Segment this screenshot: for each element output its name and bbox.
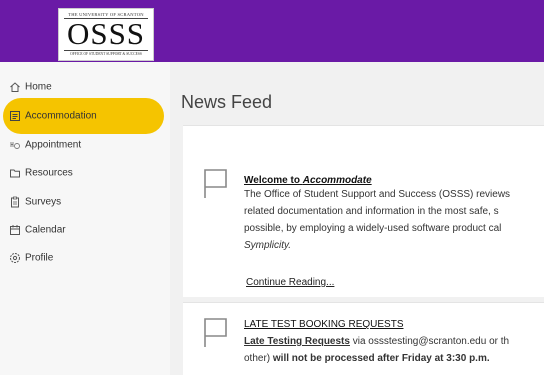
main-content: News Feed Welcome to Accommodate The Off… xyxy=(170,62,544,375)
post-title-prefix: Welcome to xyxy=(244,175,303,186)
post-title[interactable]: Welcome to Accommodate xyxy=(244,175,372,186)
post-body-text: other) xyxy=(244,353,273,364)
post-body-line: other) will not be processed after Frida… xyxy=(244,350,509,367)
gear-icon xyxy=(9,252,21,264)
page-title: News Feed xyxy=(181,92,273,112)
late-testing-link[interactable]: Late Testing Requests xyxy=(244,336,350,347)
top-header-bar: THE UNIVERSITY OF SCRANTON OSSS OFFICE O… xyxy=(0,0,544,62)
sidebar-item-appointment[interactable]: Appointment xyxy=(0,130,170,160)
sidebar-item-resources[interactable]: Resources xyxy=(0,158,170,188)
post-body-line: Symplicity. xyxy=(244,240,292,251)
post-body: Late Testing Requests via ossstesting@sc… xyxy=(244,333,509,367)
logo-mark: OSSS xyxy=(66,16,146,51)
post-body-line: The Office of Student Support and Succes… xyxy=(244,189,511,200)
sidebar-item-label: Profile xyxy=(25,252,54,264)
sidebar-item-surveys[interactable]: Surveys xyxy=(0,187,170,217)
sidebar-item-label: Calendar xyxy=(25,224,66,236)
news-post-card: Welcome to Accommodate The Office of Stu… xyxy=(183,125,544,297)
post-body-text: via ossstesting@scranton.edu or th xyxy=(349,336,510,347)
clipboard-icon xyxy=(9,196,21,208)
flag-icon xyxy=(204,318,227,347)
sidebar-item-calendar[interactable]: Calendar xyxy=(0,215,170,245)
home-icon xyxy=(9,81,21,93)
sidebar-item-label: Resources xyxy=(25,167,73,179)
sidebar-item-label: Surveys xyxy=(25,196,62,208)
post-body-line: Late Testing Requests via ossstesting@sc… xyxy=(244,333,509,350)
continue-reading-link[interactable]: Continue Reading... xyxy=(246,277,334,288)
calendar-icon xyxy=(9,224,21,236)
folder-icon xyxy=(9,167,21,179)
flag-icon xyxy=(204,169,227,198)
news-post-card: LATE TEST BOOKING REQUESTS Late Testing … xyxy=(183,302,544,375)
appointment-icon xyxy=(9,139,21,151)
post-body: The Office of Student Support and Succes… xyxy=(244,186,510,254)
post-body-line: related documentation and information in… xyxy=(244,206,499,217)
sidebar-item-accommodation[interactable]: Accommodation xyxy=(3,98,164,134)
sidebar-item-label: Appointment xyxy=(25,139,82,151)
sidebar-item-label: Home xyxy=(25,81,52,93)
sidebar-item-profile[interactable]: Profile xyxy=(0,243,170,273)
post-body-line: possible, by employing a widely-used sof… xyxy=(244,223,502,234)
sidebar: Home Accommodation Appointment Resources… xyxy=(0,62,170,375)
post-title[interactable]: LATE TEST BOOKING REQUESTS xyxy=(244,319,403,330)
document-icon xyxy=(9,110,21,122)
sidebar-item-label: Accommodation xyxy=(25,110,97,122)
post-body-bold: will not be processed after Friday at 3:… xyxy=(272,353,490,364)
osss-logo[interactable]: THE UNIVERSITY OF SCRANTON OSSS OFFICE O… xyxy=(58,8,154,61)
post-title-emphasis: Accommodate xyxy=(302,175,372,186)
